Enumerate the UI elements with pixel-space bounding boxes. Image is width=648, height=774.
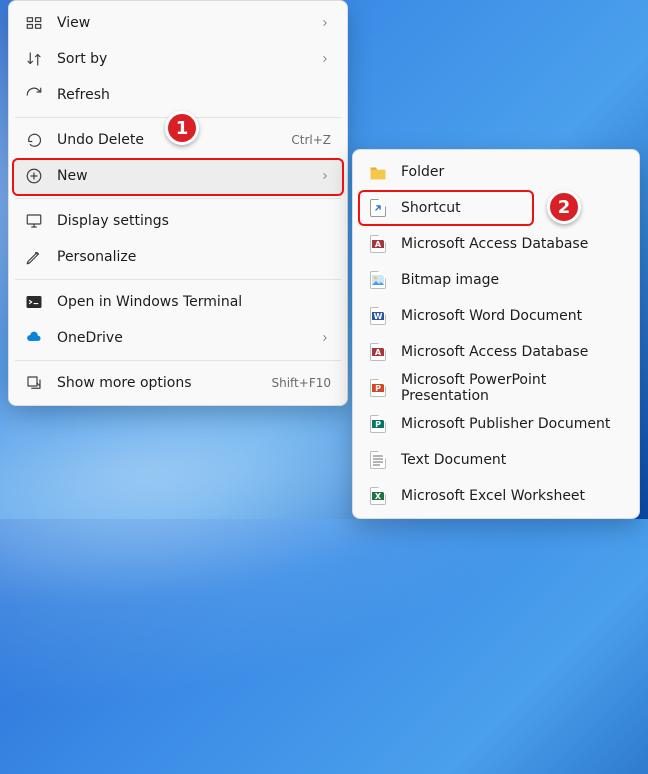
more-icon <box>25 374 43 392</box>
onedrive-icon <box>25 329 43 347</box>
text-filetype-icon <box>369 451 387 469</box>
submenu-item-label: Microsoft Word Document <box>401 308 623 324</box>
menu-item-refresh[interactable]: Refresh <box>13 77 343 113</box>
submenu-item-label: Microsoft Access Database <box>401 344 623 360</box>
menu-item-label: Personalize <box>57 249 331 265</box>
menu-item-sort-by[interactable]: Sort by <box>13 41 343 77</box>
menu-item-open-in-windows-terminal[interactable]: Open in Windows Terminal <box>13 284 343 320</box>
submenu-item-folder[interactable]: Folder <box>357 154 635 190</box>
submenu-item-label: Text Document <box>401 452 623 468</box>
context-menu-primary: View Sort by Refresh Undo Delete Ctrl+Z New Di… <box>8 0 348 406</box>
excel-filetype-icon: X <box>369 487 387 505</box>
menu-item-new[interactable]: New <box>13 158 343 194</box>
bitmap-filetype-icon <box>369 271 387 289</box>
submenu-item-microsoft-access-database[interactable]: A Microsoft Access Database <box>357 334 635 370</box>
submenu-item-label: Microsoft Excel Worksheet <box>401 488 623 504</box>
submenu-item-label: Microsoft PowerPoint Presentation <box>401 372 623 404</box>
menu-item-show-more-options[interactable]: Show more options Shift+F10 <box>13 365 343 401</box>
submenu-item-label: Folder <box>401 164 623 180</box>
access-filetype-icon: A <box>369 343 387 361</box>
menu-item-onedrive[interactable]: OneDrive <box>13 320 343 356</box>
menu-item-label: Sort by <box>57 51 309 67</box>
menu-item-label: Open in Windows Terminal <box>57 294 331 310</box>
menu-item-label: Show more options <box>57 375 261 391</box>
undo-icon <box>25 131 43 149</box>
menu-separator <box>15 198 341 199</box>
menu-item-view[interactable]: View <box>13 5 343 41</box>
submenu-item-label: Microsoft Access Database <box>401 236 623 252</box>
menu-item-label: Undo Delete <box>57 132 281 148</box>
menu-separator <box>15 279 341 280</box>
menu-item-shortcut: Ctrl+Z <box>291 133 331 147</box>
menu-item-label: OneDrive <box>57 330 309 346</box>
submenu-item-bitmap-image[interactable]: Bitmap image <box>357 262 635 298</box>
folder-filetype-icon <box>369 163 387 181</box>
submenu-item-label: Microsoft Publisher Document <box>401 416 623 432</box>
menu-item-label: Refresh <box>57 87 331 103</box>
menu-item-label: Display settings <box>57 213 331 229</box>
chevron-right-icon <box>319 333 331 343</box>
submenu-item-microsoft-access-database[interactable]: A Microsoft Access Database <box>357 226 635 262</box>
menu-item-undo-delete[interactable]: Undo Delete Ctrl+Z <box>13 122 343 158</box>
publisher-filetype-icon: P <box>369 415 387 433</box>
menu-item-shortcut: Shift+F10 <box>271 376 331 390</box>
submenu-item-microsoft-powerpoint-presentation[interactable]: P Microsoft PowerPoint Presentation <box>357 370 635 406</box>
submenu-item-label: Bitmap image <box>401 272 623 288</box>
powerpoint-filetype-icon: P <box>369 379 387 397</box>
menu-separator <box>15 117 341 118</box>
display-icon <box>25 212 43 230</box>
chevron-right-icon <box>319 18 331 28</box>
shortcut-filetype-icon <box>369 199 387 217</box>
submenu-item-microsoft-excel-worksheet[interactable]: X Microsoft Excel Worksheet <box>357 478 635 514</box>
chevron-right-icon <box>319 54 331 64</box>
submenu-item-microsoft-word-document[interactable]: W Microsoft Word Document <box>357 298 635 334</box>
new-icon <box>25 167 43 185</box>
submenu-item-microsoft-publisher-document[interactable]: P Microsoft Publisher Document <box>357 406 635 442</box>
sort-icon <box>25 50 43 68</box>
personalize-icon <box>25 248 43 266</box>
submenu-item-text-document[interactable]: Text Document <box>357 442 635 478</box>
menu-item-personalize[interactable]: Personalize <box>13 239 343 275</box>
menu-separator <box>15 360 341 361</box>
context-menu-new-submenu: Folder Shortcut A Microsoft Access Database… <box>352 149 640 519</box>
view-icon <box>25 14 43 32</box>
terminal-icon <box>25 293 43 311</box>
word-filetype-icon: W <box>369 307 387 325</box>
menu-item-display-settings[interactable]: Display settings <box>13 203 343 239</box>
chevron-right-icon <box>319 171 331 181</box>
submenu-item-shortcut[interactable]: Shortcut <box>357 190 635 226</box>
access-filetype-icon: A <box>369 235 387 253</box>
menu-item-label: View <box>57 15 309 31</box>
menu-item-label: New <box>57 168 309 184</box>
refresh-icon <box>25 86 43 104</box>
submenu-item-label: Shortcut <box>401 200 623 216</box>
